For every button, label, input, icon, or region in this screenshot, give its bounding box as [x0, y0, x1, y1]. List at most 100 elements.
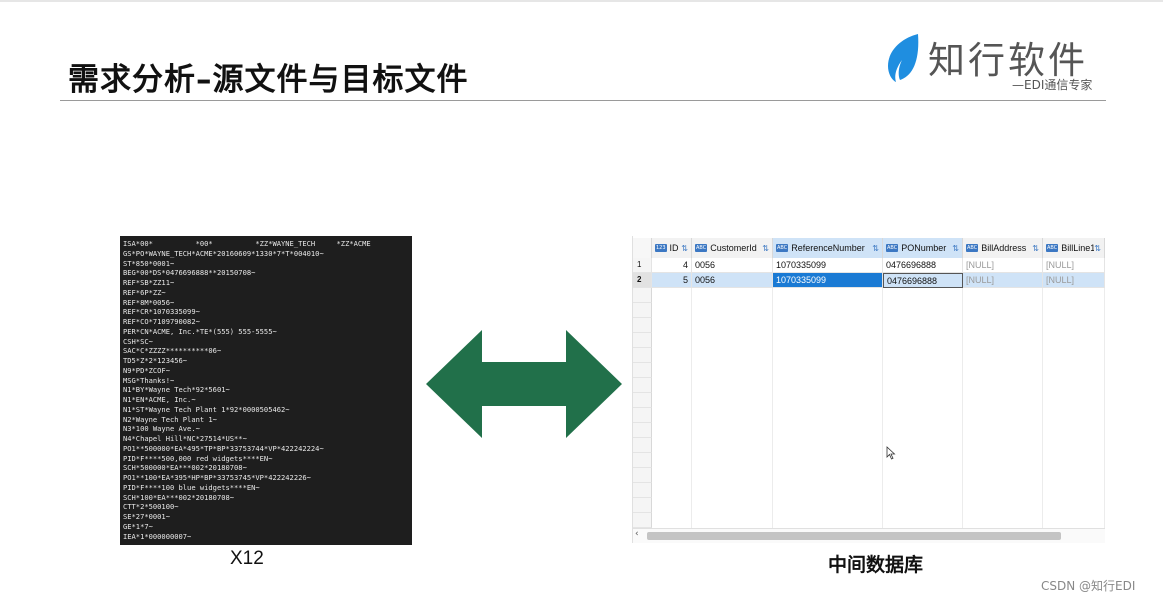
sort-icon[interactable]: ⇅	[1094, 244, 1101, 253]
x12-segment-line: PO1**100*EA*395*HP*BP*33753745*VP*422242…	[123, 473, 311, 482]
database-caption: 中间数据库	[828, 554, 924, 576]
cell-customerid[interactable]: 0056	[692, 273, 773, 288]
sort-icon[interactable]: ⇅	[952, 244, 959, 253]
x12-segment-line: REF*CO*7109790082~	[123, 317, 200, 326]
x12-segment-line: N9*PD*ZCOF~	[123, 365, 170, 375]
column-gridline	[962, 288, 963, 530]
x12-segment-line: SCH*500000*EA***002*20180708~	[123, 463, 247, 473]
cell-customerid[interactable]: 0056	[692, 258, 773, 273]
column-type-icon: ABC	[695, 244, 708, 252]
table-row[interactable]: 1 4 0056 1070335099 0476696888 [NULL] [NULL]	[633, 258, 1105, 273]
row-number[interactable]: 1	[633, 258, 652, 273]
x12-segment-line: MSG*Thanks!~	[123, 375, 175, 385]
column-header-id[interactable]: 123 ID ⇅	[652, 238, 692, 258]
company-logo: 知行软件 —EDI通信专家	[880, 30, 1110, 94]
column-header-label: ReferenceNumber	[791, 243, 865, 253]
empty-row-gutter	[633, 348, 652, 363]
column-header-label: BillLine1	[1061, 243, 1095, 253]
cell-billline1[interactable]: [NULL]	[1043, 273, 1105, 288]
column-header-ponumber[interactable]: ABC PONumber ⇅	[883, 238, 963, 258]
empty-row-gutter	[633, 423, 652, 438]
slide-title: 需求分析–源文件与目标文件	[68, 62, 469, 98]
grid-column-lines	[633, 288, 1105, 530]
x12-text-lines: ISA*00* *00* *ZZ*WAYNE_TECH *ZZ*ACME GS*P…	[120, 236, 412, 541]
x12-segment-line: SAC*C*ZZZZ**********06~	[123, 346, 222, 356]
x12-segment-line: REF*8M*0056~	[123, 297, 175, 307]
x12-segment-line: SE*27*0001~	[123, 512, 170, 521]
column-type-icon: ABC	[886, 244, 899, 252]
empty-row-gutter	[633, 378, 652, 393]
column-header-billline1[interactable]: ABC BillLine1 ⇅	[1043, 238, 1105, 258]
x12-segment-line: N1*ST*Wayne Tech Plant 1*92*0000505462~	[123, 404, 290, 414]
mouse-cursor-icon	[886, 446, 896, 460]
column-gridline	[1042, 288, 1043, 530]
x12-segment-line: REF*SB*ZZ11~	[123, 278, 175, 287]
cell-billaddress[interactable]: [NULL]	[963, 258, 1043, 273]
grid-corner	[633, 238, 652, 258]
empty-row-gutter	[633, 318, 652, 333]
empty-row-gutter	[633, 483, 652, 498]
column-header-label: PONumber	[901, 243, 947, 253]
horizontal-scrollbar[interactable]: ‹	[633, 528, 1105, 543]
empty-row-gutter	[633, 408, 652, 423]
column-header-label: BillAddress	[981, 243, 1027, 253]
empty-row-gutter	[633, 453, 652, 468]
column-header-referencenumber[interactable]: ABC ReferenceNumber ⇅	[773, 238, 883, 258]
cell-referencenumber[interactable]: 1070335099	[773, 273, 883, 288]
row-number-gutter	[633, 288, 652, 528]
empty-row-gutter	[633, 498, 652, 513]
column-gridline	[772, 288, 773, 530]
row-number[interactable]: 2	[633, 273, 652, 288]
sort-icon[interactable]: ⇅	[762, 244, 769, 253]
x12-segment-line: PID*F****100 blue widgets****EN~	[123, 482, 260, 492]
empty-row-gutter	[633, 333, 652, 348]
x12-segment-line: PID*F****500,000 red widgets****EN~	[123, 453, 273, 463]
x12-segment-line: IEA*1*000000007~	[123, 531, 192, 541]
cell-id[interactable]: 5	[652, 273, 692, 288]
x12-segment-line: CTT*2*500100~	[123, 502, 179, 512]
column-header-label: ID	[669, 243, 679, 253]
x12-segment-line: N1*BY*Wayne Tech*92*5601~	[123, 385, 230, 395]
x12-segment-line: BEG*00*DS*0476696888**20150708~	[123, 268, 256, 278]
empty-row-gutter	[633, 393, 652, 408]
cell-billaddress[interactable]: [NULL]	[963, 273, 1043, 288]
cell-billline1[interactable]: [NULL]	[1043, 258, 1105, 273]
grid-header: 123 ID ⇅ ABC CustomerId ⇅ ABC ReferenceNumber ⇅ A…	[633, 238, 1105, 258]
x12-segment-line: N2*Wayne Tech Plant 1~	[123, 414, 217, 424]
sort-icon[interactable]: ⇅	[681, 244, 688, 253]
x12-segment-line: N3*100 Wayne Ave.~	[123, 424, 200, 434]
table-row[interactable]: 2 5 0056 1070335099 0476696888 [NULL] [NULL]	[633, 273, 1105, 288]
column-gridline	[882, 288, 883, 530]
x12-segment-line: PER*CN*ACME, Inc.*TE*(555) 555-5555~	[123, 326, 277, 336]
x12-segment-line: ST*850*0001~	[123, 258, 175, 268]
x12-segment-line: PO1**500000*EA*495*TP*BP*33753744*VP*422…	[123, 443, 324, 453]
column-header-customerid[interactable]: ABC CustomerId ⇅	[692, 238, 773, 258]
csdn-watermark: CSDN @知行EDI	[1041, 579, 1136, 593]
x12-segment-line: ISA*00* *00* *ZZ*WAYNE_TECH *ZZ*ACME	[123, 239, 371, 248]
cell-referencenumber[interactable]: 1070335099	[773, 258, 883, 273]
database-result-grid[interactable]: 123 ID ⇅ ABC CustomerId ⇅ ABC ReferenceNumber ⇅ A…	[632, 236, 1105, 543]
column-gridline	[1104, 288, 1105, 530]
x12-segment-line: GE*1*7~	[123, 521, 153, 531]
cell-id[interactable]: 4	[652, 258, 692, 273]
column-type-icon: ABC	[776, 244, 789, 252]
scroll-thumb[interactable]	[647, 532, 1061, 540]
sort-icon[interactable]: ⇅	[1032, 244, 1039, 253]
column-header-billaddress[interactable]: ABC BillAddress ⇅	[963, 238, 1043, 258]
empty-row-gutter	[633, 513, 652, 528]
cell-ponumber[interactable]: 0476696888	[883, 258, 963, 273]
empty-row-gutter	[633, 288, 652, 303]
x12-segment-line: REF*6P*ZZ~	[123, 287, 166, 297]
scroll-left-icon[interactable]: ‹	[635, 529, 639, 539]
empty-row-gutter	[633, 303, 652, 318]
x12-segment-line: CSH*SC~	[123, 336, 153, 346]
column-header-label: CustomerId	[710, 243, 757, 253]
sort-icon[interactable]: ⇅	[872, 244, 879, 253]
column-type-icon: ABC	[966, 244, 979, 252]
x12-segment-line: SCH*100*EA***002*20180708~	[123, 492, 235, 502]
empty-row-gutter	[633, 363, 652, 378]
x12-segment-line: REF*CR*1070335099~	[123, 307, 200, 317]
cell-ponumber[interactable]: 0476696888	[883, 273, 963, 288]
grid-body: 1 4 0056 1070335099 0476696888 [NULL] [NULL] 2 5…	[633, 258, 1105, 288]
empty-row-gutter	[633, 438, 652, 453]
